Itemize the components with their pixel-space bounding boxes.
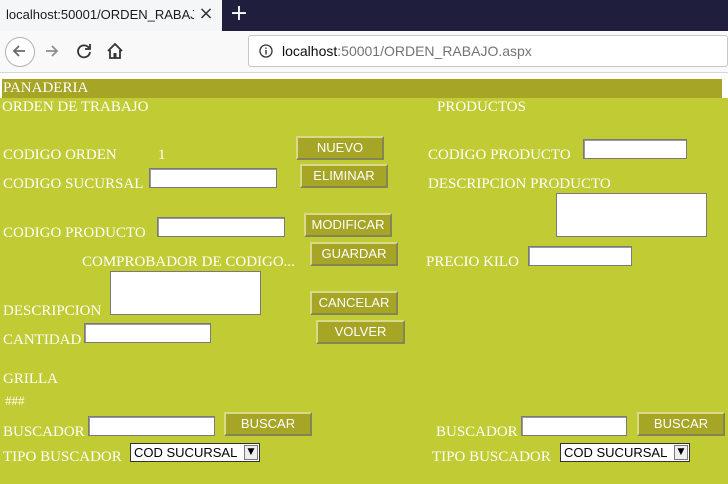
productos-codigo-input[interactable] bbox=[583, 139, 687, 159]
productos-section-title: PRODUCTOS bbox=[437, 99, 526, 115]
volver-button[interactable]: VOLVER bbox=[316, 320, 405, 344]
address-bar[interactable]: localhost:50001/ORDEN_RABAJO.aspx bbox=[248, 35, 728, 67]
header-bar: PANADERIA bbox=[2, 79, 722, 98]
url-path: :50001/ORDEN_RABAJO.aspx bbox=[337, 43, 532, 59]
guardar-button[interactable]: GUARDAR bbox=[310, 242, 398, 266]
navigation-bar: localhost:50001/ORDEN_RABAJO.aspx bbox=[0, 31, 728, 73]
cantidad-input[interactable] bbox=[84, 323, 211, 343]
url-text[interactable]: localhost:50001/ORDEN_RABAJO.aspx bbox=[282, 43, 532, 59]
codigo-producto-label: CODIGO PRODUCTO bbox=[3, 225, 146, 241]
productos-buscador-label: BUSCADOR bbox=[436, 424, 518, 440]
precio-kilo-label: PRECIO KILO bbox=[426, 254, 519, 270]
modificar-button[interactable]: MODIFICAR bbox=[304, 213, 392, 237]
reload-button[interactable] bbox=[70, 37, 98, 65]
back-button[interactable] bbox=[5, 37, 35, 67]
codigo-sucursal-input[interactable] bbox=[149, 168, 277, 188]
productos-codigo-label: CODIGO PRODUCTO bbox=[428, 147, 571, 163]
home-button[interactable] bbox=[101, 37, 129, 65]
close-tab-icon[interactable]: × bbox=[196, 4, 216, 24]
codigo-sucursal-label: CODIGO SUCURSAL bbox=[3, 176, 144, 192]
productos-tipo-buscador-label: TIPO BUSCADOR bbox=[432, 449, 551, 465]
grilla-grid: ### bbox=[5, 393, 25, 408]
codigo-orden-value: 1 bbox=[158, 147, 166, 163]
chevron-down-icon: ▼ bbox=[674, 445, 688, 460]
productos-descripcion-label: DESCRIPCION PRODUCTO bbox=[428, 176, 611, 192]
url-host: localhost bbox=[282, 43, 338, 59]
descripcion-label: DESCRIPCION bbox=[3, 303, 102, 319]
orden-tipo-buscador-select[interactable]: COD SUCURSAL ▼ bbox=[130, 443, 260, 462]
productos-buscador-input[interactable] bbox=[521, 416, 627, 436]
browser-tab[interactable]: localhost:50001/ORDEN_RABAJO.aspx × bbox=[0, 0, 222, 31]
chevron-down-icon: ▼ bbox=[244, 445, 258, 460]
codigo-producto-input[interactable] bbox=[157, 217, 285, 237]
orden-buscador-label: BUSCADOR bbox=[3, 424, 85, 440]
productos-tipo-buscador-select[interactable]: COD SUCURSAL ▼ bbox=[560, 443, 690, 462]
new-tab-icon[interactable]: + bbox=[228, 1, 250, 27]
orden-buscar-button[interactable]: BUSCAR bbox=[224, 412, 312, 436]
descripcion-textarea[interactable] bbox=[110, 271, 261, 315]
productos-tipo-buscador-value: COD SUCURSAL bbox=[564, 445, 668, 460]
nuevo-button[interactable]: NUEVO bbox=[296, 136, 384, 160]
page-title: PANADERIA bbox=[3, 80, 89, 96]
tab-bar: localhost:50001/ORDEN_RABAJO.aspx × + bbox=[0, 0, 728, 31]
codigo-orden-label: CODIGO ORDEN bbox=[3, 147, 117, 163]
tab-title: localhost:50001/ORDEN_RABAJO.aspx bbox=[6, 7, 194, 22]
info-icon[interactable] bbox=[259, 44, 273, 58]
comprobador-label: COMPROBADOR DE CODIGO... bbox=[82, 254, 295, 270]
home-icon bbox=[107, 42, 123, 59]
productos-descripcion-textarea[interactable] bbox=[556, 193, 707, 237]
reload-icon bbox=[77, 44, 91, 59]
forward-arrow-icon bbox=[46, 45, 59, 57]
eliminar-button[interactable]: ELIMINAR bbox=[300, 164, 388, 188]
cancelar-button[interactable]: CANCELAR bbox=[310, 291, 398, 315]
forward-button[interactable] bbox=[38, 37, 66, 65]
productos-buscar-button[interactable]: BUSCAR bbox=[637, 412, 725, 436]
back-arrow-icon bbox=[12, 45, 25, 57]
orden-section-title: ORDEN DE TRABAJO bbox=[2, 99, 149, 115]
orden-buscador-input[interactable] bbox=[88, 416, 215, 436]
precio-kilo-input[interactable] bbox=[528, 246, 632, 266]
grilla-label: GRILLA bbox=[3, 371, 58, 387]
orden-tipo-buscador-label: TIPO BUSCADOR bbox=[3, 449, 122, 465]
orden-tipo-buscador-value: COD SUCURSAL bbox=[134, 445, 238, 460]
cantidad-label: CANTIDAD bbox=[3, 332, 82, 348]
